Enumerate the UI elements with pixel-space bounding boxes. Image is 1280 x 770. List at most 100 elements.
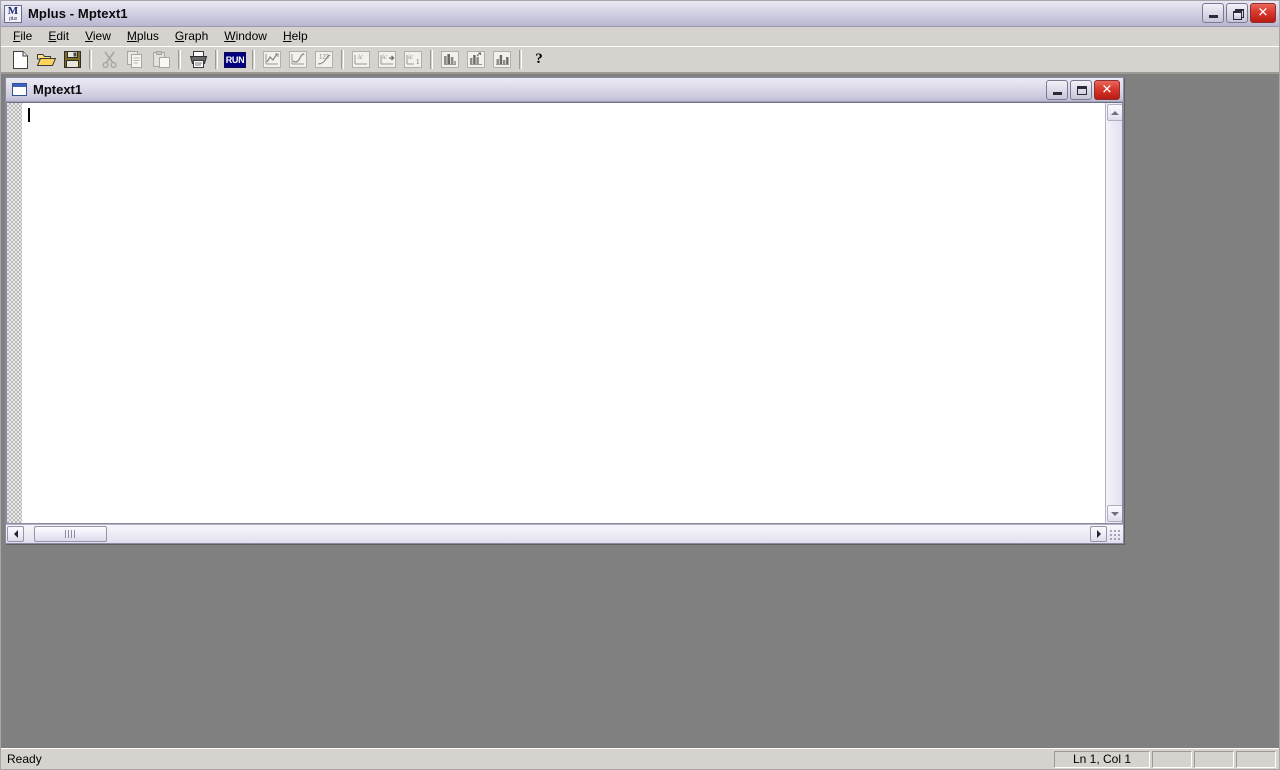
graph-scatter-button[interactable] (260, 48, 284, 71)
paste-icon (152, 51, 170, 68)
scissors-icon (101, 51, 117, 68)
menu-item-window[interactable]: Window (216, 27, 275, 45)
status-bar: Ready Ln 1, Col 1 (1, 748, 1279, 769)
child-minimize-button[interactable] (1046, 80, 1068, 100)
menu-item-graph-label: raph (184, 29, 209, 43)
new-document-icon (12, 50, 29, 69)
horizontal-scroll-thumb[interactable] (34, 525, 107, 542)
svg-text:ic: ic (382, 53, 388, 61)
graph-series-button[interactable]: 123 (312, 48, 336, 71)
scroll-down-button[interactable] (1107, 505, 1122, 522)
toolbar-separator (252, 50, 255, 69)
menu-item-mplus[interactable]: Mplus (119, 27, 167, 45)
vertical-scroll-track[interactable] (1106, 122, 1122, 504)
ic-next-button[interactable]: ic (375, 48, 399, 71)
ic-plot-button[interactable]: ic (349, 48, 373, 71)
restore-icon (1233, 9, 1244, 20)
status-pane-2 (1152, 750, 1192, 768)
scroll-left-button[interactable] (7, 526, 24, 542)
toolbar-separator (519, 50, 522, 69)
toolbar-separator (430, 50, 433, 69)
window-title: Mplus - Mptext1 (28, 6, 128, 21)
window-controls: ✕ (1202, 3, 1276, 23)
horizontal-scroll-track[interactable] (24, 525, 1090, 543)
minimize-button[interactable] (1202, 3, 1224, 23)
svg-text:ic: ic (358, 53, 364, 61)
menu-item-view[interactable]: View (77, 27, 119, 45)
chevron-up-icon (1111, 110, 1119, 115)
menu-item-file[interactable]: File (5, 27, 40, 45)
restore-button[interactable] (1226, 3, 1248, 23)
child-window-mptext1: Mptext1 ✕ (5, 77, 1124, 544)
open-file-button[interactable] (34, 48, 58, 71)
help-button[interactable]: ? (527, 48, 551, 71)
chevron-right-icon (1096, 530, 1101, 538)
child-maximize-button[interactable] (1070, 80, 1092, 100)
grip-icon (64, 529, 77, 538)
scroll-up-button[interactable] (1107, 104, 1122, 121)
title-bar: M plus Mplus - Mptext1 ✕ (1, 1, 1279, 27)
save-floppy-icon (63, 51, 81, 68)
menu-item-help[interactable]: Help (275, 27, 316, 45)
menu-item-edit[interactable]: Edit (40, 27, 77, 45)
app-icon-letter: M (7, 4, 19, 17)
run-icon: RUN (224, 51, 246, 68)
menu-item-edit-label: dit (56, 29, 70, 43)
menu-item-help-label: elp (291, 29, 308, 43)
menu-bar: File Edit View Mplus Graph Window Help (1, 27, 1279, 46)
copy-button[interactable] (123, 48, 147, 71)
print-button[interactable] (186, 48, 210, 71)
close-button[interactable]: ✕ (1250, 3, 1276, 23)
child-window-controls: ✕ (1046, 80, 1120, 100)
menu-item-file-label: ile (20, 29, 33, 43)
bar-chart-button[interactable] (464, 48, 488, 71)
editor-text-area[interactable] (23, 103, 1105, 523)
ic-first-icon: ic 1 (404, 51, 422, 68)
graph-curve-button[interactable] (286, 48, 310, 71)
mdi-client-area: Mptext1 ✕ (1, 73, 1279, 748)
maximize-icon (1077, 86, 1087, 95)
paste-button[interactable] (149, 48, 173, 71)
chevron-down-icon (1111, 511, 1119, 516)
new-document-button[interactable] (8, 48, 32, 71)
save-button[interactable] (60, 48, 84, 71)
ic-next-icon: ic (378, 51, 396, 68)
status-pane-4 (1236, 750, 1276, 768)
toolbar-separator (89, 50, 92, 69)
close-icon: ✕ (1257, 5, 1269, 21)
copy-icon (126, 51, 144, 68)
column-chart-button[interactable] (490, 48, 514, 71)
ic-first-button[interactable]: ic 1 (401, 48, 425, 71)
open-folder-icon (36, 51, 56, 68)
menu-item-mplus-label: plus (136, 29, 159, 43)
curve-graph-icon (289, 51, 307, 68)
child-title-bar: Mptext1 ✕ (6, 78, 1123, 102)
chevron-left-icon (13, 530, 18, 538)
toolbar-separator (215, 50, 218, 69)
mplus-main-window: M plus Mplus - Mptext1 ✕ File Edit View … (0, 0, 1280, 770)
svg-text:ic: ic (408, 53, 414, 61)
resize-grip[interactable] (1107, 526, 1122, 542)
run-button[interactable]: RUN (223, 48, 247, 71)
vertical-scrollbar[interactable] (1105, 103, 1122, 523)
status-line-col: Ln 1, Col 1 (1054, 750, 1150, 768)
cut-button[interactable] (97, 48, 121, 71)
toolbar-separator (341, 50, 344, 69)
histogram-icon (441, 51, 459, 68)
question-mark-icon: ? (535, 51, 543, 67)
child-window-title: Mptext1 (33, 82, 83, 97)
scroll-right-button[interactable] (1090, 526, 1107, 542)
menu-item-view-label: iew (92, 29, 111, 43)
bar-chart-icon (467, 51, 485, 68)
editor-row (6, 102, 1123, 524)
status-message: Ready (7, 752, 42, 766)
editor-gutter (7, 103, 23, 523)
mplus-app-icon: M plus (4, 4, 22, 23)
histogram-button[interactable] (438, 48, 462, 71)
child-close-button[interactable]: ✕ (1094, 80, 1120, 100)
menu-item-window-label: indow (235, 29, 267, 43)
minimize-icon (1209, 15, 1218, 18)
printer-icon (189, 51, 208, 68)
menu-item-graph[interactable]: Graph (167, 27, 216, 45)
horizontal-scrollbar[interactable] (6, 524, 1123, 543)
